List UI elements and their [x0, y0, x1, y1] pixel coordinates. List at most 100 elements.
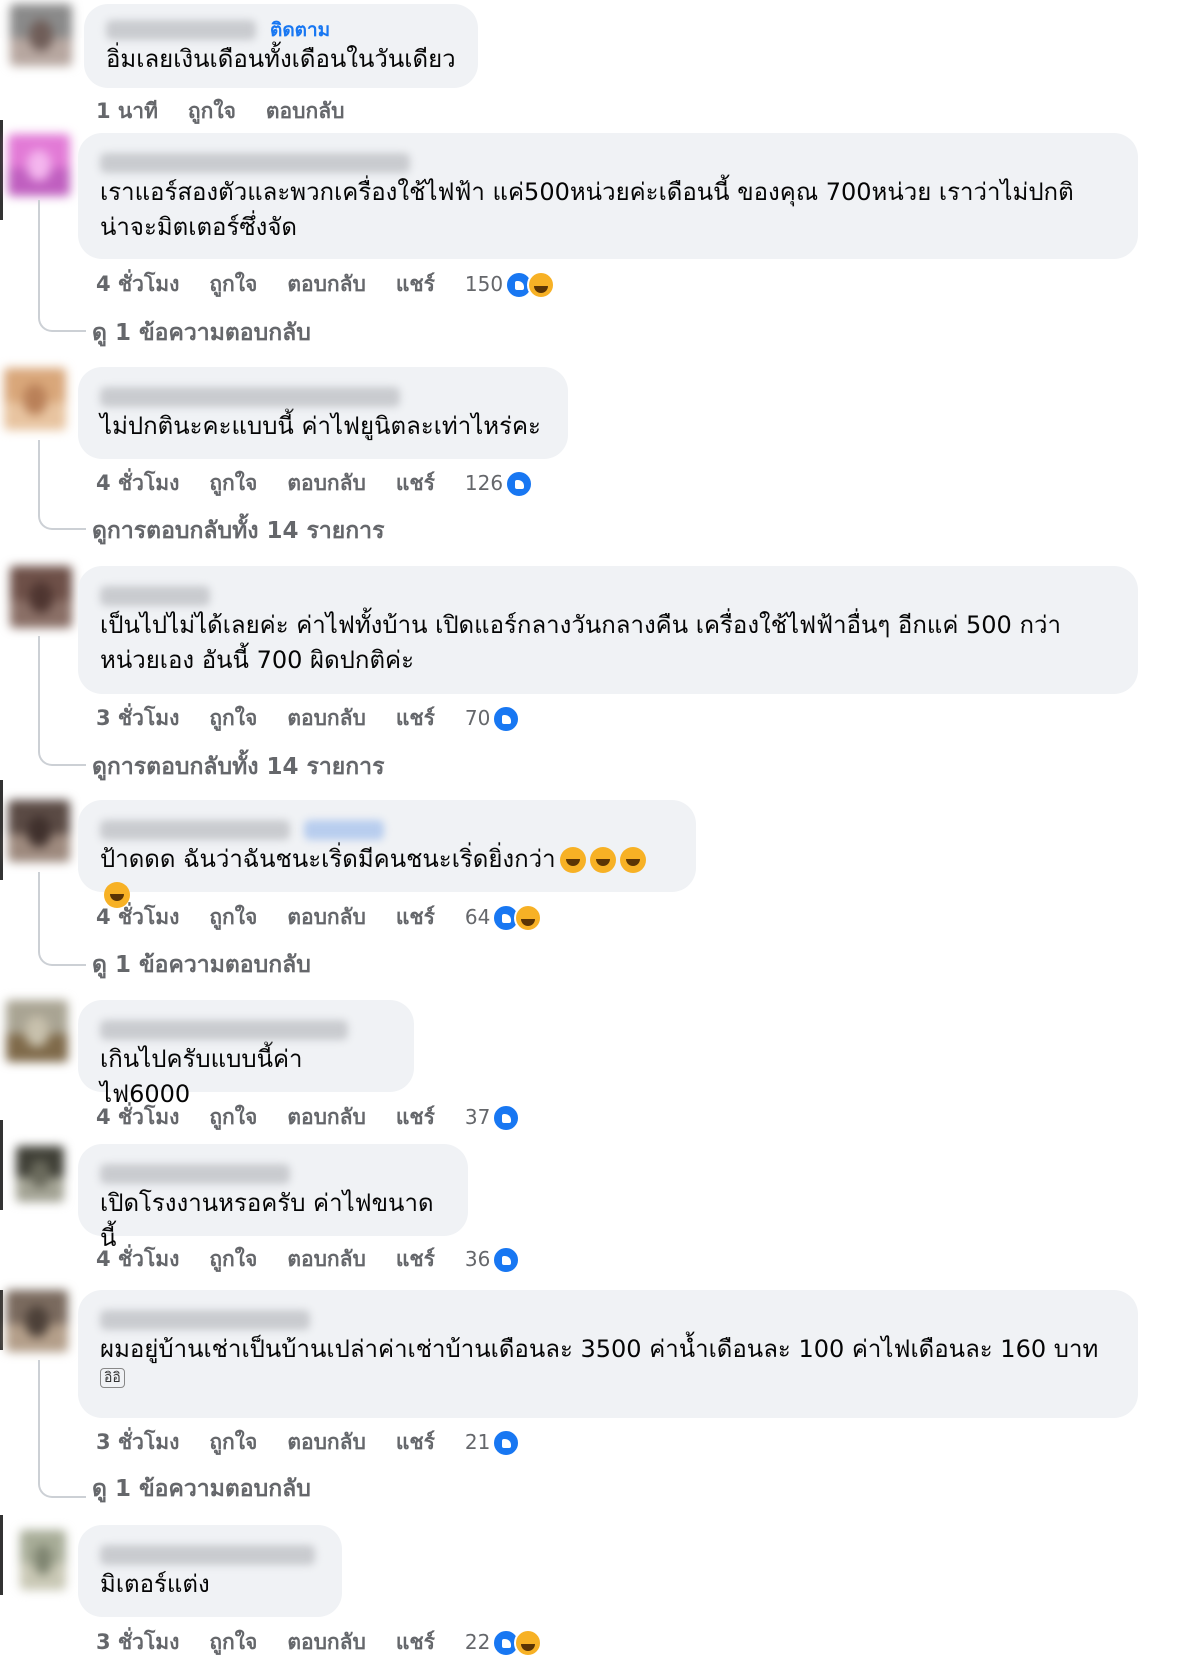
comment-actions: 4 ชั่วโมง ถูกใจ ตอบกลับ แชร์ 150	[96, 268, 556, 300]
avatar[interactable]	[4, 368, 66, 430]
comment-bubble: ติดตาม อิ่มเลยเงินเดือนทั้งเดือนในวันเดี…	[84, 4, 478, 88]
share-button[interactable]: แชร์	[396, 1630, 435, 1654]
reply-thread-line	[38, 440, 86, 530]
comment-time[interactable]: 3 ชั่วโมง	[96, 706, 179, 730]
reply-button[interactable]: ตอบกลับ	[287, 471, 366, 495]
share-button[interactable]: แชร์	[396, 1430, 435, 1454]
reply-button[interactable]: ตอบกลับ	[287, 706, 366, 730]
view-replies-link[interactable]: ดู 1 ข้อความตอบกลับ	[92, 1472, 311, 1506]
commenter-name[interactable]	[106, 19, 256, 40]
comment-time[interactable]: 4 ชั่วโมง	[96, 471, 179, 495]
avatar[interactable]	[16, 1146, 64, 1202]
reaction-count[interactable]: 150	[465, 272, 503, 296]
comment-text: ผมอยู่บ้านเช่าเป็นบ้านเปล่าค่าเช่าบ้านเด…	[100, 1335, 1099, 1363]
like-reaction-icon	[505, 470, 534, 498]
reply-button[interactable]: ตอบกลับ	[287, 1105, 366, 1129]
reaction-count[interactable]: 126	[465, 471, 503, 495]
comment-time[interactable]: 4 ชั่วโมง	[96, 1105, 179, 1129]
commenter-name[interactable]	[100, 819, 290, 840]
comment-actions: 4 ชั่วโมง ถูกใจ ตอบกลับ แชร์ 64	[96, 901, 543, 933]
comment-time[interactable]: 1 นาที	[96, 99, 158, 123]
reaction-count[interactable]: 64	[465, 905, 490, 929]
comment-bubble: เป็นไปไม่ได้เลยค่ะ ค่าไฟทั้งบ้าน เปิดแอร…	[78, 566, 1138, 694]
view-replies-link[interactable]: ดู 1 ข้อความตอบกลับ	[92, 316, 311, 350]
commenter-name[interactable]	[100, 585, 210, 606]
comment-bubble: ป้าดดด ฉันว่าฉันชนะเริ่ดมีคนชนะเริ่ดยิ่ง…	[78, 800, 696, 908]
reply-button[interactable]: ตอบกลับ	[287, 1430, 366, 1454]
tagged-name[interactable]	[304, 819, 384, 840]
commenter-name[interactable]	[100, 152, 410, 173]
view-replies-link[interactable]: ดูการตอบกลับทั้ง 14 รายการ	[92, 514, 384, 548]
commenter-name[interactable]	[100, 1544, 315, 1565]
share-button[interactable]: แชร์	[396, 272, 435, 296]
comment-bubble: เราแอร์สองตัวและพวกเครื่องใช้ไฟฟ้า แค่50…	[78, 133, 1138, 259]
comment-time[interactable]: 4 ชั่วโมง	[96, 1247, 179, 1271]
haha-emoji-icon	[619, 847, 646, 873]
reply-button[interactable]: ตอบกลับ	[287, 1630, 366, 1654]
avatar[interactable]	[6, 1000, 68, 1062]
view-replies-link[interactable]: ดูการตอบกลับทั้ง 14 รายการ	[92, 750, 384, 784]
like-reaction-icon	[492, 1104, 521, 1132]
like-button[interactable]: ถูกใจ	[209, 905, 257, 929]
avatar[interactable]	[8, 134, 70, 196]
like-button[interactable]: ถูกใจ	[209, 1630, 257, 1654]
like-button[interactable]: ถูกใจ	[209, 1105, 257, 1129]
reply-button[interactable]: ตอบกลับ	[287, 1247, 366, 1271]
haha-reaction-icon	[514, 904, 543, 932]
like-button[interactable]: ถูกใจ	[209, 1247, 257, 1271]
avatar[interactable]	[20, 1530, 66, 1590]
view-replies-link[interactable]: ดู 1 ข้อความตอบกลับ	[92, 948, 311, 982]
comment-text: มิเตอร์แต่ง	[100, 1570, 210, 1598]
comment-time[interactable]: 3 ชั่วโมง	[96, 1430, 179, 1454]
comment-time[interactable]: 3 ชั่วโมง	[96, 1630, 179, 1654]
reaction-count[interactable]: 36	[465, 1247, 490, 1271]
like-button[interactable]: ถูกใจ	[188, 99, 236, 123]
comment-bubble: เกินไปครับแบบนี้ค่าไฟ6000	[78, 1000, 414, 1108]
reaction-count[interactable]: 37	[465, 1105, 490, 1129]
commenter-name[interactable]	[100, 386, 400, 407]
reply-thread-line	[38, 872, 86, 966]
commenter-name[interactable]	[100, 1309, 310, 1330]
like-button[interactable]: ถูกใจ	[209, 1430, 257, 1454]
share-button[interactable]: แชร์	[396, 905, 435, 929]
comment-bubble: มิเตอร์แต่ง	[78, 1525, 342, 1617]
reply-button[interactable]: ตอบกลับ	[287, 905, 366, 929]
comment-actions: 3 ชั่วโมง ถูกใจ ตอบกลับ แชร์ 70	[96, 702, 521, 734]
comment-bubble: ไม่ปกตินะคะแบบนี้ ค่าไฟยูนิตละเท่าไหร่คะ	[78, 367, 568, 459]
comment-time[interactable]: 4 ชั่วโมง	[96, 905, 179, 929]
commenter-name[interactable]	[100, 1163, 290, 1184]
comment-text: เราแอร์สองตัวและพวกเครื่องใช้ไฟฟ้า แค่50…	[100, 178, 1074, 241]
left-edge-bar	[0, 780, 3, 880]
reaction-count[interactable]: 70	[465, 706, 490, 730]
haha-reaction-icon	[527, 271, 556, 299]
left-edge-bar	[0, 1120, 3, 1210]
haha-emoji-icon	[559, 847, 586, 873]
reaction-count[interactable]: 22	[465, 1630, 490, 1654]
reply-button[interactable]: ตอบกลับ	[266, 99, 345, 123]
avatar[interactable]	[10, 566, 72, 628]
commenter-name[interactable]	[100, 1019, 348, 1040]
left-edge-bar	[0, 1515, 3, 1595]
share-button[interactable]: แชร์	[396, 1105, 435, 1129]
left-edge-bar	[0, 120, 3, 220]
share-button[interactable]: แชร์	[396, 706, 435, 730]
like-reaction-icon	[492, 705, 521, 733]
like-button[interactable]: ถูกใจ	[209, 471, 257, 495]
reply-button[interactable]: ตอบกลับ	[287, 272, 366, 296]
like-button[interactable]: ถูกใจ	[209, 272, 257, 296]
comment-actions: 4 ชั่วโมง ถูกใจ ตอบกลับ แชร์ 36	[96, 1243, 521, 1275]
comment-time[interactable]: 4 ชั่วโมง	[96, 272, 179, 296]
share-button[interactable]: แชร์	[396, 471, 435, 495]
reaction-count[interactable]: 21	[465, 1430, 490, 1454]
comment-actions: 4 ชั่วโมง ถูกใจ ตอบกลับ แชร์ 37	[96, 1101, 521, 1133]
avatar[interactable]	[8, 800, 70, 862]
like-reaction-icon	[492, 1429, 521, 1457]
follow-link[interactable]: ติดตาม	[270, 19, 330, 41]
comment-text: ไม่ปกตินะคะแบบนี้ ค่าไฟยูนิตละเท่าไหร่คะ	[100, 412, 541, 440]
like-button[interactable]: ถูกใจ	[209, 706, 257, 730]
share-button[interactable]: แชร์	[396, 1247, 435, 1271]
avatar[interactable]	[10, 4, 72, 66]
like-reaction-icon	[492, 1246, 521, 1274]
comment-actions: 3 ชั่วโมง ถูกใจ ตอบกลับ แชร์ 21	[96, 1426, 521, 1458]
avatar[interactable]	[6, 1290, 68, 1352]
